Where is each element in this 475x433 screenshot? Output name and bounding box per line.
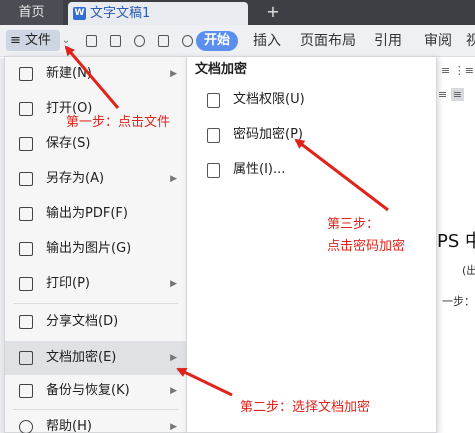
step2-arrow — [176, 367, 233, 397]
step3-arrow — [294, 138, 389, 212]
step2-annotation: 第二步：选择文档加密 — [240, 400, 371, 415]
step3-annotation-line1: 第三步： — [327, 217, 380, 232]
step3-annotation-line2: 点击密码加密 — [327, 239, 406, 254]
annotation-arrows — [64, 45, 389, 397]
step1-annotation: 第一步：点击文件 — [66, 115, 171, 130]
step1-arrow — [64, 45, 120, 109]
